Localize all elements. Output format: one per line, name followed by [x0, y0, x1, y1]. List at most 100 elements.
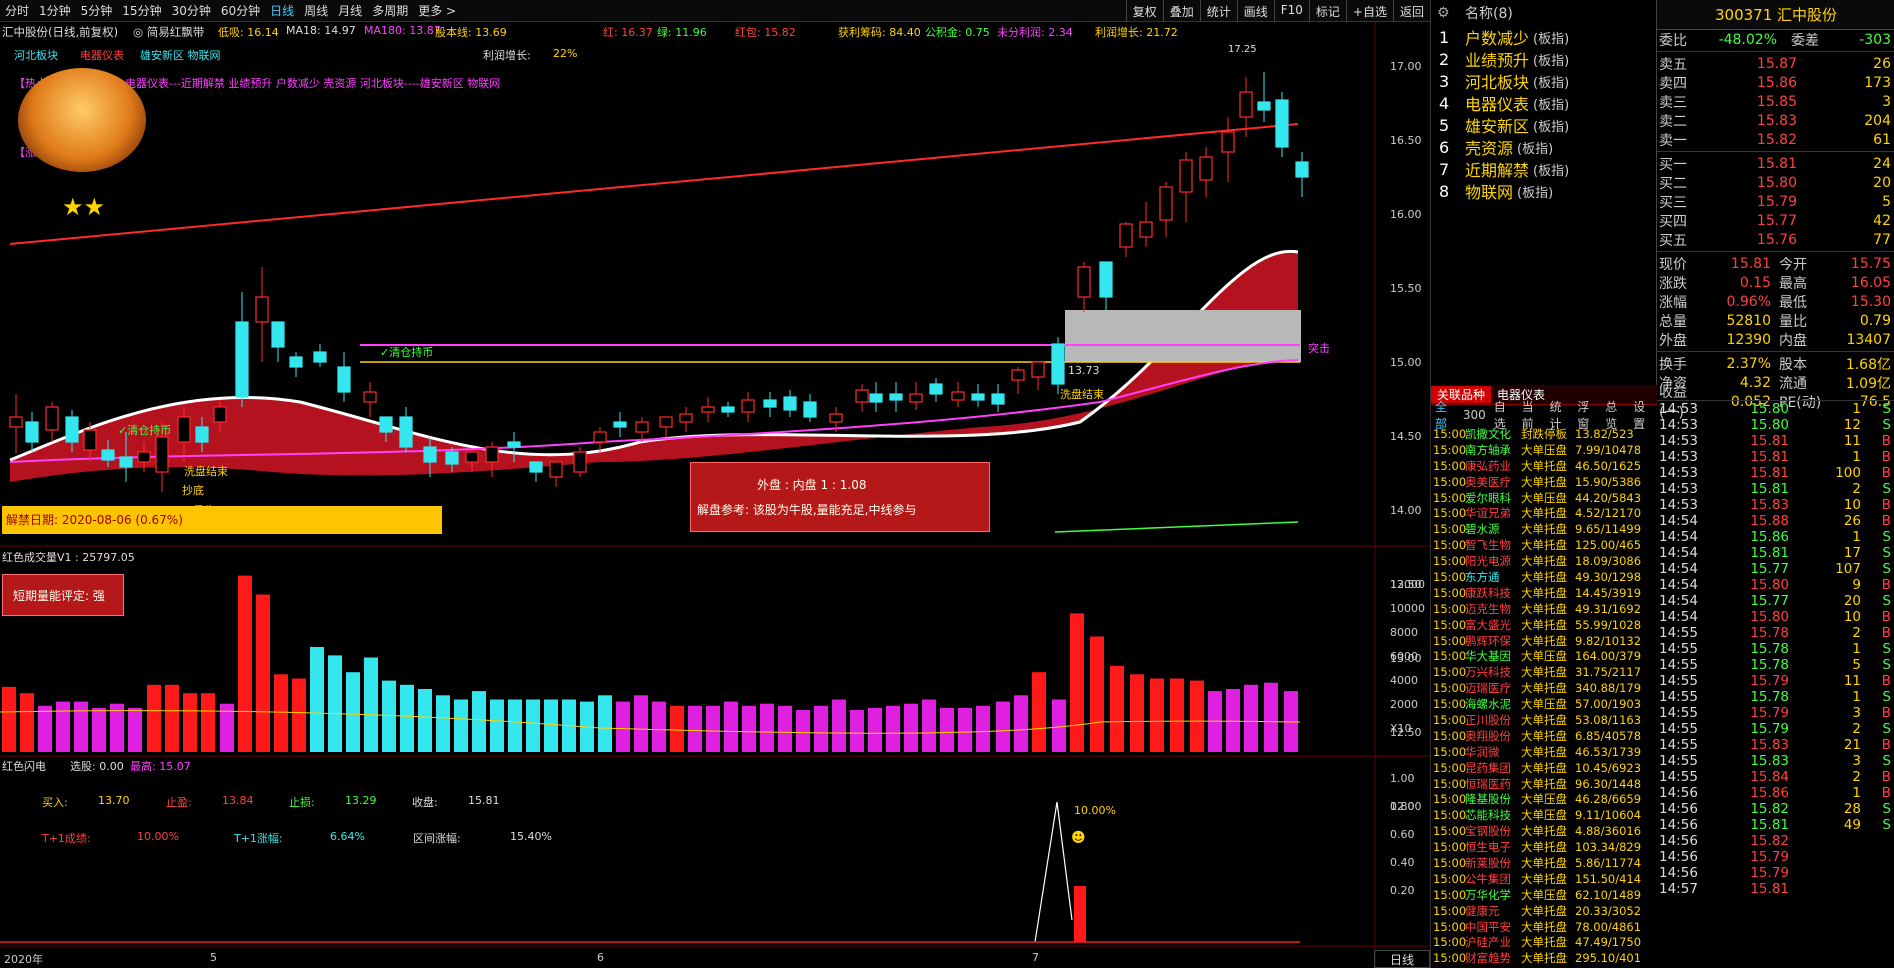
- buys-label: 买二: [1659, 175, 1687, 192]
- period-0[interactable]: 分时: [0, 2, 34, 19]
- bottom-period-tab[interactable]: 日线: [1374, 950, 1430, 968]
- news-row[interactable]: 15:00 阳光电源 大单托盘 18.09/3086: [1431, 553, 1657, 569]
- news-row[interactable]: 15:00 海螺水泥 大单压盘 57.00/1903: [1431, 696, 1657, 712]
- candle-body: [1239, 91, 1253, 118]
- tick-time: 14:55: [1659, 657, 1698, 673]
- filter-1[interactable]: 300: [1459, 408, 1490, 422]
- news-row[interactable]: 15:00 奥翔股份 大单托盘 6.85/40578: [1431, 728, 1657, 744]
- board-item[interactable]: 3 河北板块 (板指): [1431, 70, 1656, 93]
- volume-bar: [238, 575, 252, 752]
- news-row[interactable]: 15:00 中国平安 大单托盘 78.00/4861: [1431, 919, 1657, 935]
- period-10[interactable]: 更多 >: [413, 2, 461, 19]
- toolbar-btn-2[interactable]: 统计: [1199, 0, 1237, 22]
- kline-chart-area[interactable]: 汇中股份(日线,前复权) ◎ 简易红飘带 低吸: 16.14 MA18: 14.…: [0, 22, 1430, 968]
- news-row[interactable]: 15:00 富大盛光 大单托盘 55.99/1028: [1431, 617, 1657, 633]
- news-event: 大单托盘: [1521, 474, 1567, 489]
- board-item[interactable]: 6 壳资源 (板指): [1431, 136, 1656, 159]
- volume-bar: [292, 678, 306, 752]
- tick-time: 14:55: [1659, 689, 1698, 705]
- news-row[interactable]: 15:00 碧水源 大单托盘 9.65/11499: [1431, 521, 1657, 537]
- news-row[interactable]: 15:00 隆基股份 大单压盘 46.28/6659: [1431, 791, 1657, 807]
- volume-bar: [616, 701, 630, 752]
- news-stock: 康跃科技: [1465, 585, 1511, 600]
- tick-time: 14:53: [1659, 433, 1698, 449]
- news-row[interactable]: 15:00 宝钢股份 大单托盘 4.88/36016: [1431, 823, 1657, 839]
- period-1[interactable]: 1分钟: [34, 2, 76, 19]
- toolbar-btn-3[interactable]: 画线: [1236, 0, 1274, 22]
- news-row[interactable]: 15:00 华大基因 大单压盘 164.00/379: [1431, 648, 1657, 664]
- period-4[interactable]: 30分钟: [167, 2, 216, 19]
- news-row[interactable]: 15:00 恒生电子 大单托盘 103.34/829: [1431, 839, 1657, 855]
- tick-row: 14:57 15.81: [1657, 881, 1894, 897]
- toolbar-btn-0[interactable]: 复权: [1125, 0, 1163, 22]
- board-item[interactable]: 7 近期解禁 (板指): [1431, 158, 1656, 181]
- news-row[interactable]: 15:00 迈瑞医疗 大单托盘 340.88/179: [1431, 680, 1657, 696]
- period-3[interactable]: 15分钟: [117, 2, 166, 19]
- tick-volume: 28: [1843, 801, 1861, 817]
- news-row[interactable]: 15:00 芯能科技 大单压盘 9.11/10604: [1431, 807, 1657, 823]
- news-row[interactable]: 15:00 迈克生物 大单托盘 49.31/1692: [1431, 601, 1657, 617]
- candle-body: [83, 429, 97, 451]
- toolbar-btn-1[interactable]: 叠加: [1162, 0, 1200, 22]
- stats2-label2: 流通: [1779, 375, 1807, 392]
- toolbar-btn-7[interactable]: 返回: [1392, 0, 1430, 22]
- news-row[interactable]: 15:00 华谊兄弟 大单托盘 4.52/12170: [1431, 505, 1657, 521]
- outer-inner-ratio: 外盘 : 内盘 1 : 1.08: [757, 478, 867, 492]
- indicator-name[interactable]: ◎ 简易红飘带: [133, 24, 204, 40]
- board-item[interactable]: 5 雄安新区 (板指): [1431, 114, 1656, 137]
- news-row[interactable]: 15:00 昆药集团 大单托盘 10.45/6923: [1431, 760, 1657, 776]
- news-stock: 财富趋势: [1465, 951, 1511, 966]
- board-item[interactable]: 2 业绩预升 (板指): [1431, 48, 1656, 71]
- board-item[interactable]: 8 物联网 (板指): [1431, 180, 1656, 203]
- news-row[interactable]: 15:00 凯撒文化 封跌停板 13.82/523: [1431, 426, 1657, 442]
- tick-volume: 9: [1852, 577, 1861, 593]
- news-row[interactable]: 15:00 奥美医疗 大单托盘 15.90/5386: [1431, 474, 1657, 490]
- period-2[interactable]: 5分钟: [76, 2, 118, 19]
- period-6[interactable]: 日线: [265, 2, 299, 19]
- news-row[interactable]: 15:00 华润微 大单托盘 46.53/1739: [1431, 744, 1657, 760]
- flash-indicator-name[interactable]: 红色闪电: [2, 758, 46, 774]
- news-row[interactable]: 15:00 康弘药业 大单托盘 46.50/1625: [1431, 458, 1657, 474]
- period-9[interactable]: 多周期: [367, 2, 413, 19]
- news-value: 55.99/1028: [1575, 617, 1642, 632]
- news-row[interactable]: 15:00 公牛集团 大单托盘 151.50/414: [1431, 871, 1657, 887]
- toolbar-btn-5[interactable]: 标记: [1308, 0, 1346, 22]
- news-row[interactable]: 15:00 万兴科技 大单托盘 31.75/2117: [1431, 664, 1657, 680]
- news-row[interactable]: 15:00 财富趋势 大单托盘 295.10/401: [1431, 950, 1657, 966]
- news-event: 大单托盘: [1521, 919, 1567, 934]
- board-item[interactable]: 1 户数减少 (板指): [1431, 26, 1656, 49]
- toolbar-btn-6[interactable]: +自选: [1345, 0, 1393, 22]
- board-item[interactable]: 4 电器仪表 (板指): [1431, 92, 1656, 115]
- news-row[interactable]: 15:00 南方轴承 大单压盘 7.99/10478: [1431, 442, 1657, 458]
- news-row[interactable]: 15:00 爱尔眼科 大单压盘 44.20/5843: [1431, 490, 1657, 506]
- news-row[interactable]: 15:00 正川股份 大单托盘 53.08/1163: [1431, 712, 1657, 728]
- buys-price: 15.77: [1756, 212, 1797, 229]
- toolbar-btn-4[interactable]: F10: [1273, 0, 1309, 22]
- date-label: 5: [210, 951, 217, 964]
- volume-bar: [1052, 699, 1066, 752]
- tick-volume: 1: [1852, 641, 1861, 657]
- price-tag: 13.73: [1068, 364, 1100, 377]
- candle-body: [829, 413, 843, 423]
- news-row[interactable]: 15:00 万华化学 大单压盘 62.10/1489: [1431, 887, 1657, 903]
- gear-icon[interactable]: ⚙: [1437, 5, 1450, 21]
- news-row[interactable]: 15:00 恒瑞医药 大单托盘 96.30/1448: [1431, 776, 1657, 792]
- period-5[interactable]: 60分钟: [216, 2, 265, 19]
- volume-bar: [1090, 636, 1104, 752]
- news-time: 15:00: [1433, 649, 1467, 664]
- volaxis-label: 12000: [1390, 578, 1425, 591]
- news-row[interactable]: 15:00 智飞生物 大单托盘 125.00/465: [1431, 537, 1657, 553]
- news-stock: 奥美医疗: [1465, 474, 1511, 489]
- news-row[interactable]: 15:00 健康元 大单托盘 20.33/3052: [1431, 903, 1657, 919]
- news-row[interactable]: 15:00 康跃科技 大单托盘 14.45/3919: [1431, 585, 1657, 601]
- news-row[interactable]: 15:00 东方通 大单托盘 49.30/1298: [1431, 569, 1657, 585]
- volume-bar: [688, 705, 702, 752]
- volume-indicator-name[interactable]: 红色成交量V1 : 25797.05: [2, 549, 135, 565]
- weifen-value: 未分利润: 2.34: [997, 26, 1073, 39]
- news-row[interactable]: 15:00 新莱股份 大单托盘 5.86/11774: [1431, 855, 1657, 871]
- news-row[interactable]: 15:00 鹏辉环保 大单托盘 9.82/10132: [1431, 633, 1657, 649]
- period-8[interactable]: 月线: [333, 2, 367, 19]
- period-7[interactable]: 周线: [299, 2, 333, 19]
- news-time: 15:00: [1433, 712, 1467, 727]
- news-row[interactable]: 15:00 沪硅产业 大单托盘 47.49/1750: [1431, 935, 1657, 951]
